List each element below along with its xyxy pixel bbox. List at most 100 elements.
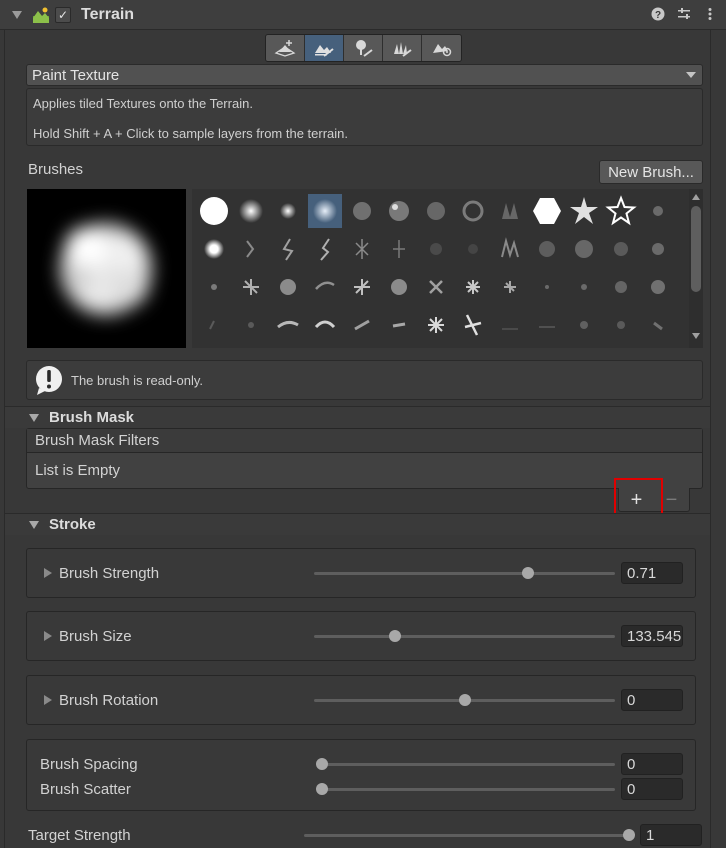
brush-size-slider[interactable] [314,635,615,638]
brush-item[interactable] [345,194,379,228]
brush-rotation-input[interactable]: 0 [621,689,683,711]
brush-item[interactable] [641,270,675,304]
brush-scatter-label: Brush Scatter [40,781,131,798]
brush-item[interactable] [456,232,490,266]
brush-item[interactable] [345,232,379,266]
brush-item[interactable] [271,270,305,304]
brush-item[interactable] [641,194,675,228]
brush-item[interactable] [271,232,305,266]
brush-item[interactable] [382,194,416,228]
brush-item[interactable] [271,308,305,342]
terrain-settings-button[interactable] [422,35,461,61]
brush-strength-input[interactable]: 0.71 [621,562,683,584]
brush-item[interactable] [382,232,416,266]
brush-item[interactable] [308,308,342,342]
brush-item[interactable] [419,270,453,304]
stroke-title: Stroke [49,516,96,533]
brush-rotation-thumb[interactable] [458,694,471,706]
brush-item[interactable] [493,308,527,342]
brush-strength-slider[interactable] [314,572,615,575]
brush-mask-section-header[interactable]: Brush Mask [5,406,710,428]
scroll-down-arrow-icon[interactable] [692,333,700,339]
brush-spacing-slider[interactable] [322,763,615,766]
brush-item[interactable] [604,270,638,304]
brush-item[interactable] [419,308,453,342]
svg-text:?: ? [655,10,661,21]
brush-item-selected[interactable] [308,194,342,228]
paint-details-button[interactable] [383,35,422,61]
brush-item[interactable] [234,270,268,304]
brush-scatter-input[interactable]: 0 [621,778,683,800]
brush-item[interactable] [197,232,231,266]
component-title: Terrain [81,5,135,23]
foldout-arrow-icon[interactable] [12,10,22,19]
brush-scatter-thumb[interactable] [316,783,328,795]
expand-arrow-icon[interactable] [44,695,52,705]
brush-item[interactable] [234,232,268,266]
target-strength-thumb[interactable] [623,829,635,841]
brush-item[interactable] [641,232,675,266]
expand-arrow-icon[interactable] [44,631,52,641]
brush-item[interactable] [567,232,601,266]
brush-item[interactable] [197,308,231,342]
brush-item[interactable] [382,270,416,304]
brush-item[interactable] [456,308,490,342]
terrain-settings-icon [432,44,451,57]
scroll-up-arrow-icon[interactable] [692,194,700,200]
brush-item[interactable] [530,308,564,342]
brush-item[interactable] [345,308,379,342]
raise-terrain-button[interactable] [266,35,305,61]
tool-dropdown[interactable]: Paint Texture [26,64,703,86]
stroke-section-header[interactable]: Stroke [5,513,710,535]
brush-item[interactable] [308,270,342,304]
target-strength-label: Target Strength [28,827,131,844]
brush-item[interactable] [308,232,342,266]
target-strength-slider[interactable] [304,834,629,837]
brush-item[interactable] [197,270,231,304]
help-icon[interactable]: ? [650,6,666,22]
brush-item[interactable] [456,194,490,228]
brush-grid-scrollbar[interactable] [689,189,703,348]
brush-item[interactable] [530,270,564,304]
brush-size-box: Brush Size 133.545 [26,611,696,661]
new-brush-button[interactable]: New Brush... [599,160,703,184]
brush-item[interactable] [567,270,601,304]
brush-item[interactable] [234,194,268,228]
brush-item[interactable] [604,308,638,342]
brush-item[interactable] [382,308,416,342]
brush-item[interactable] [493,194,527,228]
brush-item[interactable] [493,232,527,266]
brush-scatter-slider[interactable] [322,788,615,791]
brush-strength-box: Brush Strength 0.71 [26,548,696,598]
preset-icon[interactable] [676,6,692,22]
brushes-label: Brushes [28,161,84,178]
description-line-2: Hold Shift + A + Click to sample layers … [33,126,349,141]
brush-size-thumb[interactable] [389,630,402,642]
brush-item[interactable] [493,270,527,304]
target-strength-input[interactable]: 1 [640,824,702,846]
brush-spacing-thumb[interactable] [316,758,328,770]
expand-arrow-icon[interactable] [44,568,52,578]
brush-item[interactable] [641,308,675,342]
brush-item[interactable] [604,232,638,266]
brush-item[interactable] [530,194,564,228]
brush-size-input[interactable]: 133.545 [621,625,683,647]
context-menu-icon[interactable] [702,6,718,22]
brush-item[interactable] [234,308,268,342]
enabled-checkbox[interactable]: ✓ [55,6,71,23]
brush-item[interactable] [456,270,490,304]
brush-item[interactable] [419,232,453,266]
scroll-thumb[interactable] [691,206,701,292]
brush-item[interactable] [604,194,638,228]
brush-item[interactable] [567,194,601,228]
brush-item[interactable] [197,194,231,228]
brush-item[interactable] [271,194,305,228]
brush-strength-thumb[interactable] [521,567,534,579]
brush-item[interactable] [419,194,453,228]
paint-trees-button[interactable] [344,35,383,61]
paint-terrain-button[interactable] [305,35,344,61]
brush-item[interactable] [345,270,379,304]
brush-item[interactable] [530,232,564,266]
brush-item[interactable] [567,308,601,342]
brush-spacing-input[interactable]: 0 [621,753,683,775]
